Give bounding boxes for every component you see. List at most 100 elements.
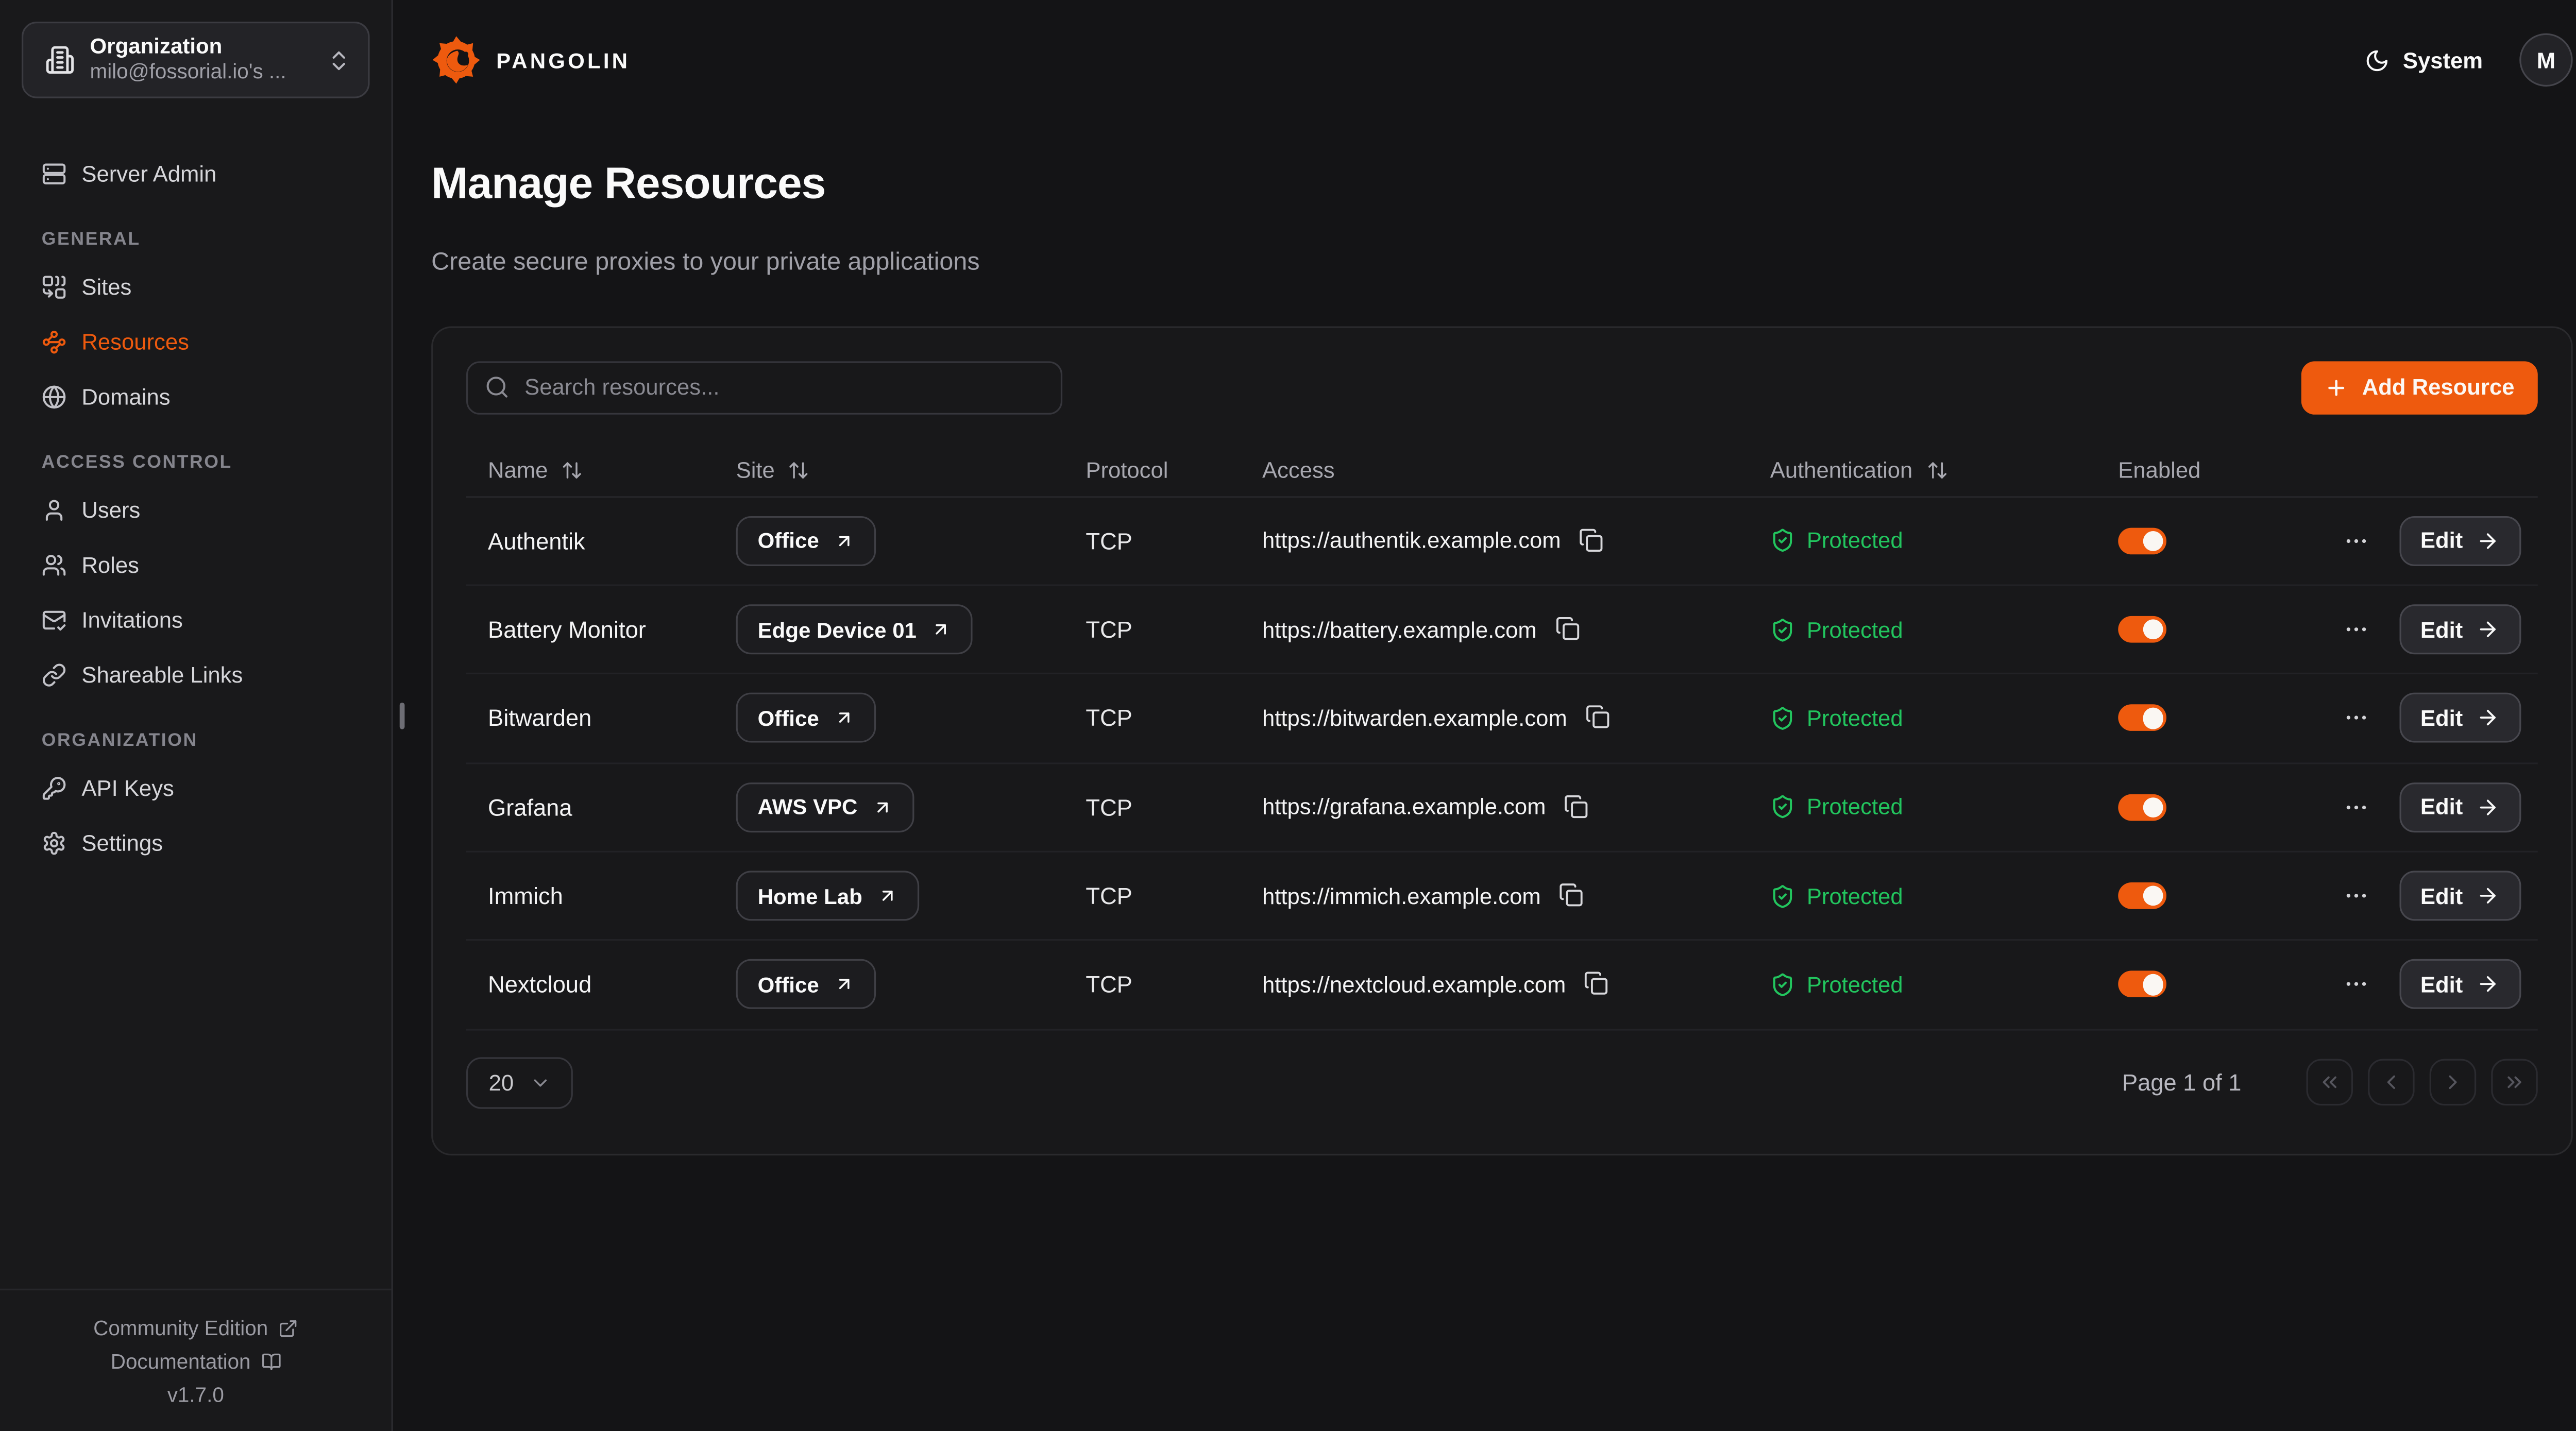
row-menu-button[interactable] <box>2337 523 2374 559</box>
copy-url-button[interactable] <box>1584 972 1611 998</box>
arrow-up-right-icon <box>834 708 854 728</box>
mail-check-icon <box>42 608 66 633</box>
search-input[interactable] <box>466 361 1062 414</box>
sidebar-item-shareable-links[interactable]: Shareable Links <box>0 648 392 703</box>
table-body: Authentik Office TCP https://authentik.e… <box>466 498 2538 1030</box>
page-size-select[interactable]: 20 <box>466 1057 573 1108</box>
sort-icon[interactable] <box>1926 459 1947 481</box>
sidebar-footer: Community Edition Documentation v1.7.0 <box>0 1288 392 1431</box>
enabled-toggle[interactable] <box>2118 794 2166 821</box>
copy-url-button[interactable] <box>1564 794 1591 821</box>
copy-url-button[interactable] <box>1555 616 1582 643</box>
first-page-button[interactable] <box>2307 1059 2353 1105</box>
site-link-button[interactable]: Office <box>736 960 876 1010</box>
column-header-name[interactable]: Name <box>466 457 715 482</box>
site-link-button[interactable]: AWS VPC <box>736 782 914 832</box>
org-switcher[interactable]: Organization milo@fossorial.io's ... <box>22 22 370 98</box>
edit-button[interactable]: Edit <box>2399 782 2521 832</box>
arrow-up-right-icon <box>873 797 893 817</box>
ellipsis-icon <box>2342 794 2369 821</box>
sidebar-resize-handle[interactable] <box>400 703 404 729</box>
resource-access-url: https://grafana.example.com <box>1262 795 1546 820</box>
chevrons-right-icon <box>2503 1070 2526 1094</box>
ellipsis-icon <box>2342 616 2369 643</box>
copy-icon <box>1559 882 1584 907</box>
moon-icon <box>2365 47 2389 72</box>
row-menu-button[interactable] <box>2337 878 2374 914</box>
page-subtitle: Create secure proxies to your private ap… <box>431 246 2573 280</box>
column-header-authentication[interactable]: Authentication <box>1749 457 2097 482</box>
sort-icon[interactable] <box>788 459 810 481</box>
add-resource-button[interactable]: Add Resource <box>2302 361 2537 414</box>
copy-icon <box>1579 527 1604 552</box>
previous-page-button[interactable] <box>2368 1059 2415 1105</box>
documentation-link[interactable]: Documentation <box>0 1348 392 1376</box>
edit-button[interactable]: Edit <box>2399 871 2521 921</box>
shield-check-icon <box>1770 972 1795 997</box>
sidebar-item-resources[interactable]: Resources <box>0 315 392 370</box>
copy-icon <box>1584 972 1609 996</box>
sidebar-nav: Server Admin GENERAL Sites Resources Dom… <box>0 120 392 871</box>
column-header-enabled: Enabled <box>2096 457 2538 482</box>
avatar[interactable]: M <box>2519 33 2572 87</box>
sidebar-item-invitations[interactable]: Invitations <box>0 593 392 648</box>
site-link-button[interactable]: Edge Device 01 <box>736 605 973 655</box>
sidebar-item-domains[interactable]: Domains <box>0 370 392 425</box>
section-title-organization: ORGANIZATION <box>0 703 392 761</box>
sidebar-item-sites[interactable]: Sites <box>0 260 392 315</box>
table-row: Nextcloud Office TCP https://nextcloud.e… <box>466 941 2538 1030</box>
chevron-left-icon <box>2380 1070 2403 1094</box>
row-menu-button[interactable] <box>2337 789 2374 825</box>
edit-button[interactable]: Edit <box>2399 693 2521 743</box>
sidebar-item-api-keys[interactable]: API Keys <box>0 761 392 816</box>
resource-protocol: TCP <box>1086 527 1132 554</box>
site-link-button[interactable]: Office <box>736 693 876 743</box>
community-edition-link[interactable]: Community Edition <box>0 1315 392 1343</box>
sidebar-item-server-admin[interactable]: Server Admin <box>0 146 392 201</box>
theme-toggle-button[interactable]: System <box>2365 47 2483 72</box>
resource-access-url: https://battery.example.com <box>1262 617 1537 642</box>
copy-url-button[interactable] <box>1579 527 1606 554</box>
sidebar-item-users[interactable]: Users <box>0 483 392 538</box>
next-page-button[interactable] <box>2430 1059 2477 1105</box>
table-row: Immich Home Lab TCP https://immich.examp… <box>466 853 2538 941</box>
row-menu-button[interactable] <box>2337 966 2374 1003</box>
column-header-site[interactable]: Site <box>715 457 1064 482</box>
resources-card: Add Resource NameSiteProtocolAccessAuthe… <box>431 326 2573 1155</box>
edit-button[interactable]: Edit <box>2399 516 2521 566</box>
last-page-button[interactable] <box>2491 1059 2537 1105</box>
chevrons-up-down-icon <box>326 47 351 72</box>
search-icon <box>485 375 510 400</box>
enabled-toggle[interactable] <box>2118 882 2166 909</box>
site-link-button[interactable]: Office <box>736 516 876 566</box>
site-link-button[interactable]: Home Lab <box>736 871 919 921</box>
ellipsis-icon <box>2342 705 2369 732</box>
auth-status-badge: Protected <box>1770 706 1903 730</box>
page-title: Manage Resources <box>431 155 2573 212</box>
section-title-access-control: ACCESS CONTROL <box>0 424 392 483</box>
arrow-right-icon <box>2476 618 2499 641</box>
enabled-toggle[interactable] <box>2118 972 2166 998</box>
edit-button[interactable]: Edit <box>2399 605 2521 655</box>
chevron-down-icon <box>529 1071 550 1093</box>
resource-protocol: TCP <box>1086 882 1132 909</box>
copy-url-button[interactable] <box>1559 882 1586 909</box>
enabled-toggle[interactable] <box>2118 705 2166 732</box>
arrow-up-right-icon <box>931 620 952 640</box>
sidebar-item-settings[interactable]: Settings <box>0 816 392 871</box>
brand[interactable]: PANGOLIN <box>431 35 630 85</box>
enabled-toggle[interactable] <box>2118 616 2166 643</box>
arrow-right-icon <box>2476 707 2499 730</box>
resource-access-url: https://immich.example.com <box>1262 883 1541 908</box>
column-header-access: Access <box>1241 457 1749 482</box>
row-menu-button[interactable] <box>2337 700 2374 737</box>
gear-icon <box>42 831 66 856</box>
auth-status-badge: Protected <box>1770 883 1903 908</box>
copy-url-button[interactable] <box>1585 705 1612 732</box>
sidebar-item-roles[interactable]: Roles <box>0 538 392 593</box>
edit-button[interactable]: Edit <box>2399 960 2521 1010</box>
resource-name: Bitwarden <box>488 705 591 732</box>
row-menu-button[interactable] <box>2337 611 2374 648</box>
sort-icon[interactable] <box>561 459 583 481</box>
enabled-toggle[interactable] <box>2118 527 2166 554</box>
